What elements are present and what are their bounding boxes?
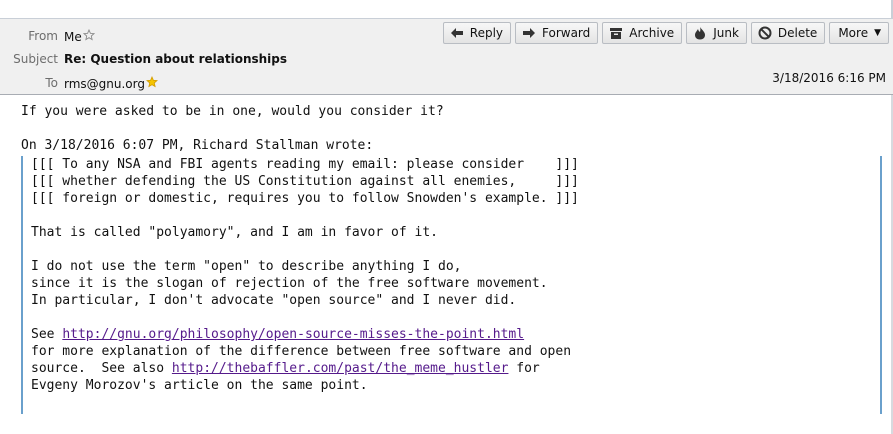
quote-line: See http://gnu.org/philosophy/open-sourc… bbox=[31, 326, 579, 343]
subject-value: Re: Question about relationships bbox=[64, 52, 288, 66]
quote-line: Evgeny Morozov's article on the same poi… bbox=[31, 378, 368, 393]
subject-label: Subject bbox=[13, 52, 58, 66]
quote-line: [[[ foreign or domestic, requires you to… bbox=[31, 191, 579, 206]
quoted-text: [[[ To any NSA and FBI agents reading my… bbox=[31, 156, 579, 394]
see-prefix: See bbox=[31, 327, 63, 342]
from-value[interactable]: Me bbox=[64, 30, 82, 44]
quote-line: [[[ whether defending the US Constitutio… bbox=[31, 174, 579, 189]
quote-line: [[[ To any NSA and FBI agents reading my… bbox=[31, 157, 579, 172]
archive-box-icon bbox=[608, 25, 624, 41]
message-toolbar: Reply Forward Archive Junk Delete More ▼ bbox=[442, 22, 889, 44]
quote-line: for more explanation of the difference b… bbox=[31, 344, 572, 359]
more-label: More bbox=[838, 26, 869, 40]
star-icon[interactable] bbox=[82, 28, 95, 44]
message-date: 3/18/2016 6:16 PM bbox=[772, 71, 886, 85]
top-pane-edge bbox=[0, 0, 893, 19]
quote-line: That is called "polyamory", and I am in … bbox=[31, 225, 438, 240]
baffler-link[interactable]: http://thebaffler.com/past/the_meme_hust… bbox=[172, 361, 509, 376]
delete-label: Delete bbox=[777, 26, 818, 40]
delete-button[interactable]: Delete bbox=[750, 22, 826, 44]
gnu-philosophy-link[interactable]: http://gnu.org/philosophy/open-source-mi… bbox=[62, 327, 524, 342]
archive-label: Archive bbox=[629, 26, 675, 40]
quote-line: source. See also http://thebaffler.com/p… bbox=[31, 360, 579, 377]
reply-label: Reply bbox=[469, 26, 504, 40]
forward-button[interactable]: Forward bbox=[515, 22, 599, 44]
from-field[interactable]: Me bbox=[64, 28, 95, 44]
reply-button[interactable]: Reply bbox=[442, 22, 512, 44]
reply-text: If you were asked to be in one, would yo… bbox=[21, 104, 444, 119]
forward-arrow-icon bbox=[521, 25, 537, 41]
star-filled-icon[interactable] bbox=[146, 75, 158, 91]
from-label: From bbox=[28, 29, 58, 43]
to-value[interactable]: rms@gnu.org bbox=[64, 77, 145, 91]
quote-attribution: On 3/18/2016 6:07 PM, Richard Stallman w… bbox=[21, 138, 374, 153]
dropdown-arrow-icon: ▼ bbox=[874, 28, 881, 38]
quote-line bbox=[31, 207, 579, 224]
quote-line: In particular, I don't advocate "open so… bbox=[31, 293, 517, 308]
junk-label: Junk bbox=[713, 26, 739, 40]
forward-label: Forward bbox=[542, 26, 591, 40]
quote-line: since it is the slogan of rejection of t… bbox=[31, 276, 548, 291]
quoted-message: [[[ To any NSA and FBI agents reading my… bbox=[21, 156, 882, 414]
quoted-lines: [[[ To any NSA and FBI agents reading my… bbox=[31, 156, 579, 326]
junk-flame-icon bbox=[692, 25, 708, 41]
quote-line bbox=[31, 309, 579, 326]
link-suffix: for bbox=[508, 361, 540, 376]
quote-line bbox=[31, 241, 579, 258]
archive-button[interactable]: Archive bbox=[602, 22, 683, 44]
junk-button[interactable]: Junk bbox=[686, 22, 747, 44]
source-prefix: source. See also bbox=[31, 361, 172, 376]
to-label: To bbox=[45, 76, 58, 90]
more-button[interactable]: More ▼ bbox=[829, 22, 889, 44]
message-body: If you were asked to be in one, would yo… bbox=[0, 95, 893, 434]
quote-line: I do not use the term "open" to describe… bbox=[31, 259, 462, 274]
delete-no-icon bbox=[757, 25, 773, 41]
to-field[interactable]: rms@gnu.org bbox=[64, 75, 158, 91]
reply-arrow-icon bbox=[449, 25, 465, 41]
